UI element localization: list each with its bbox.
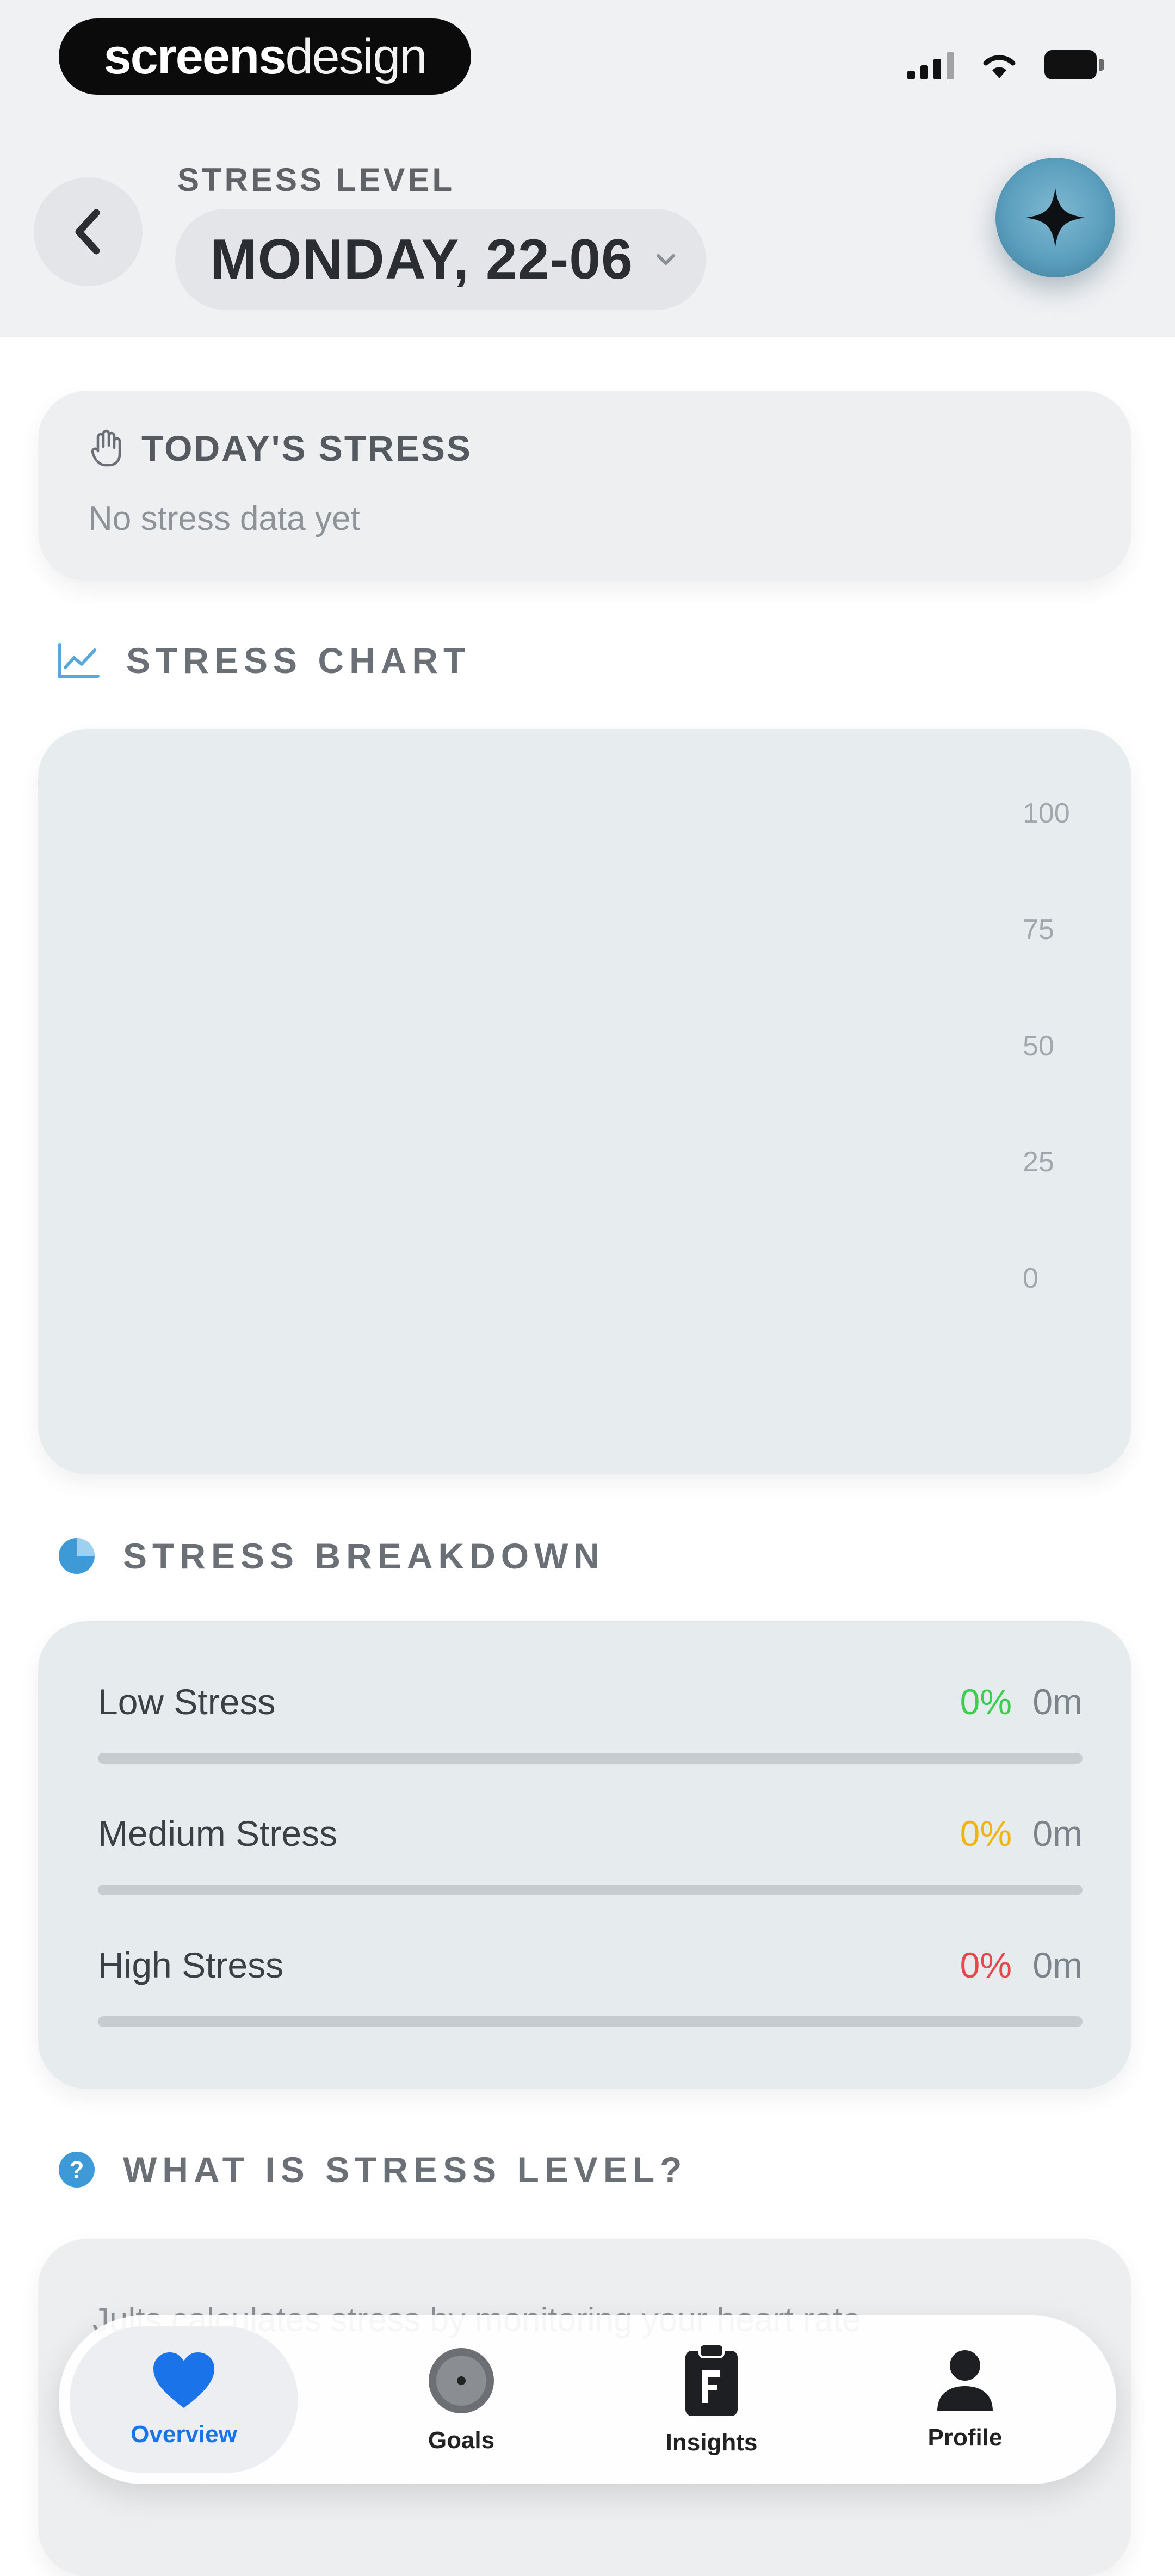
chevron-left-icon [75,209,100,255]
tab-label: Profile [927,2424,1003,2451]
brand-logo: screens design [59,18,471,95]
progress-track [98,1885,1083,1895]
date-selector[interactable]: MONDAY, 22-06 [175,209,706,310]
row-percent: 0% [960,1813,1012,1854]
chevron-down-icon [656,254,675,266]
person-icon [937,2350,993,2411]
cellular-signal-icon [907,50,954,79]
todays-stress-title: TODAY'S STRESS [141,428,472,468]
row-percent: 0% [960,1682,1012,1722]
y-tick-label: 0 [1023,1263,1038,1294]
target-icon [429,2348,494,2413]
row-label: High Stress [98,1945,284,1985]
y-tick-label: 100 [1023,798,1070,829]
tab-label: Goals [428,2427,495,2454]
todays-stress-card: TODAY'S STRESS No stress data yet [38,391,1131,581]
tab-overview[interactable]: Overview [70,2326,298,2473]
pie-chart-icon [59,1538,95,1574]
tab-label: Insights [665,2429,758,2456]
date-label: MONDAY, 22-06 [210,227,633,291]
stress-chart-title: STRESS CHART [126,640,471,681]
row-duration: 0m [1032,1813,1083,1854]
brand-part-2: design [285,28,427,84]
tab-profile[interactable]: Profile [851,2315,1079,2484]
status-bar [907,50,1104,79]
tab-bar: Overview Goals Insights Profile [59,2315,1116,2484]
todays-stress-status: No stress data yet [88,500,360,538]
row-duration: 0m [1032,1682,1083,1722]
row-label: Low Stress [98,1682,276,1722]
hand-icon [91,429,121,467]
stress-breakdown-title: STRESS BREAKDOWN [123,1536,605,1576]
stress-chart: 100 75 50 25 0 [38,729,1131,1474]
ai-assistant-button[interactable] [995,158,1115,277]
todays-stress-header: TODAY'S STRESS [90,428,472,469]
chart-icon [58,643,100,678]
tab-label: Overview [131,2421,237,2448]
y-tick-label: 25 [1023,1146,1054,1178]
battery-icon [1044,50,1104,79]
tab-goals[interactable]: Goals [347,2315,576,2484]
svg-text:?: ? [70,2157,84,2183]
back-button[interactable] [34,177,143,286]
row-label: Medium Stress [98,1813,338,1854]
stress-breakdown-header: STRESS BREAKDOWN [57,1535,605,1577]
stress-breakdown-card: Low Stress 0% 0m Medium Stress 0% 0m Hig… [38,1621,1131,2089]
progress-track [98,2016,1083,2027]
page-caption: STRESS LEVEL [177,162,455,198]
what-is-stress-header: ? WHAT IS STRESS LEVEL? [57,2149,687,2190]
sparkle-icon [1026,188,1085,247]
progress-track [98,1753,1083,1764]
wifi-icon [983,55,1016,78]
stress-chart-header: STRESS CHART [57,640,471,681]
what-is-stress-title: WHAT IS STRESS LEVEL? [123,2149,688,2190]
brand-part-1: screens [103,28,287,84]
row-duration: 0m [1032,1945,1083,1985]
y-tick-label: 75 [1023,913,1054,946]
heart-icon [153,2352,214,2408]
y-tick-label: 50 [1023,1030,1054,1062]
tab-insights[interactable]: Insights [597,2315,826,2484]
clipboard-icon [685,2343,738,2416]
row-percent: 0% [960,1945,1012,1985]
question-icon: ? [59,2152,95,2188]
